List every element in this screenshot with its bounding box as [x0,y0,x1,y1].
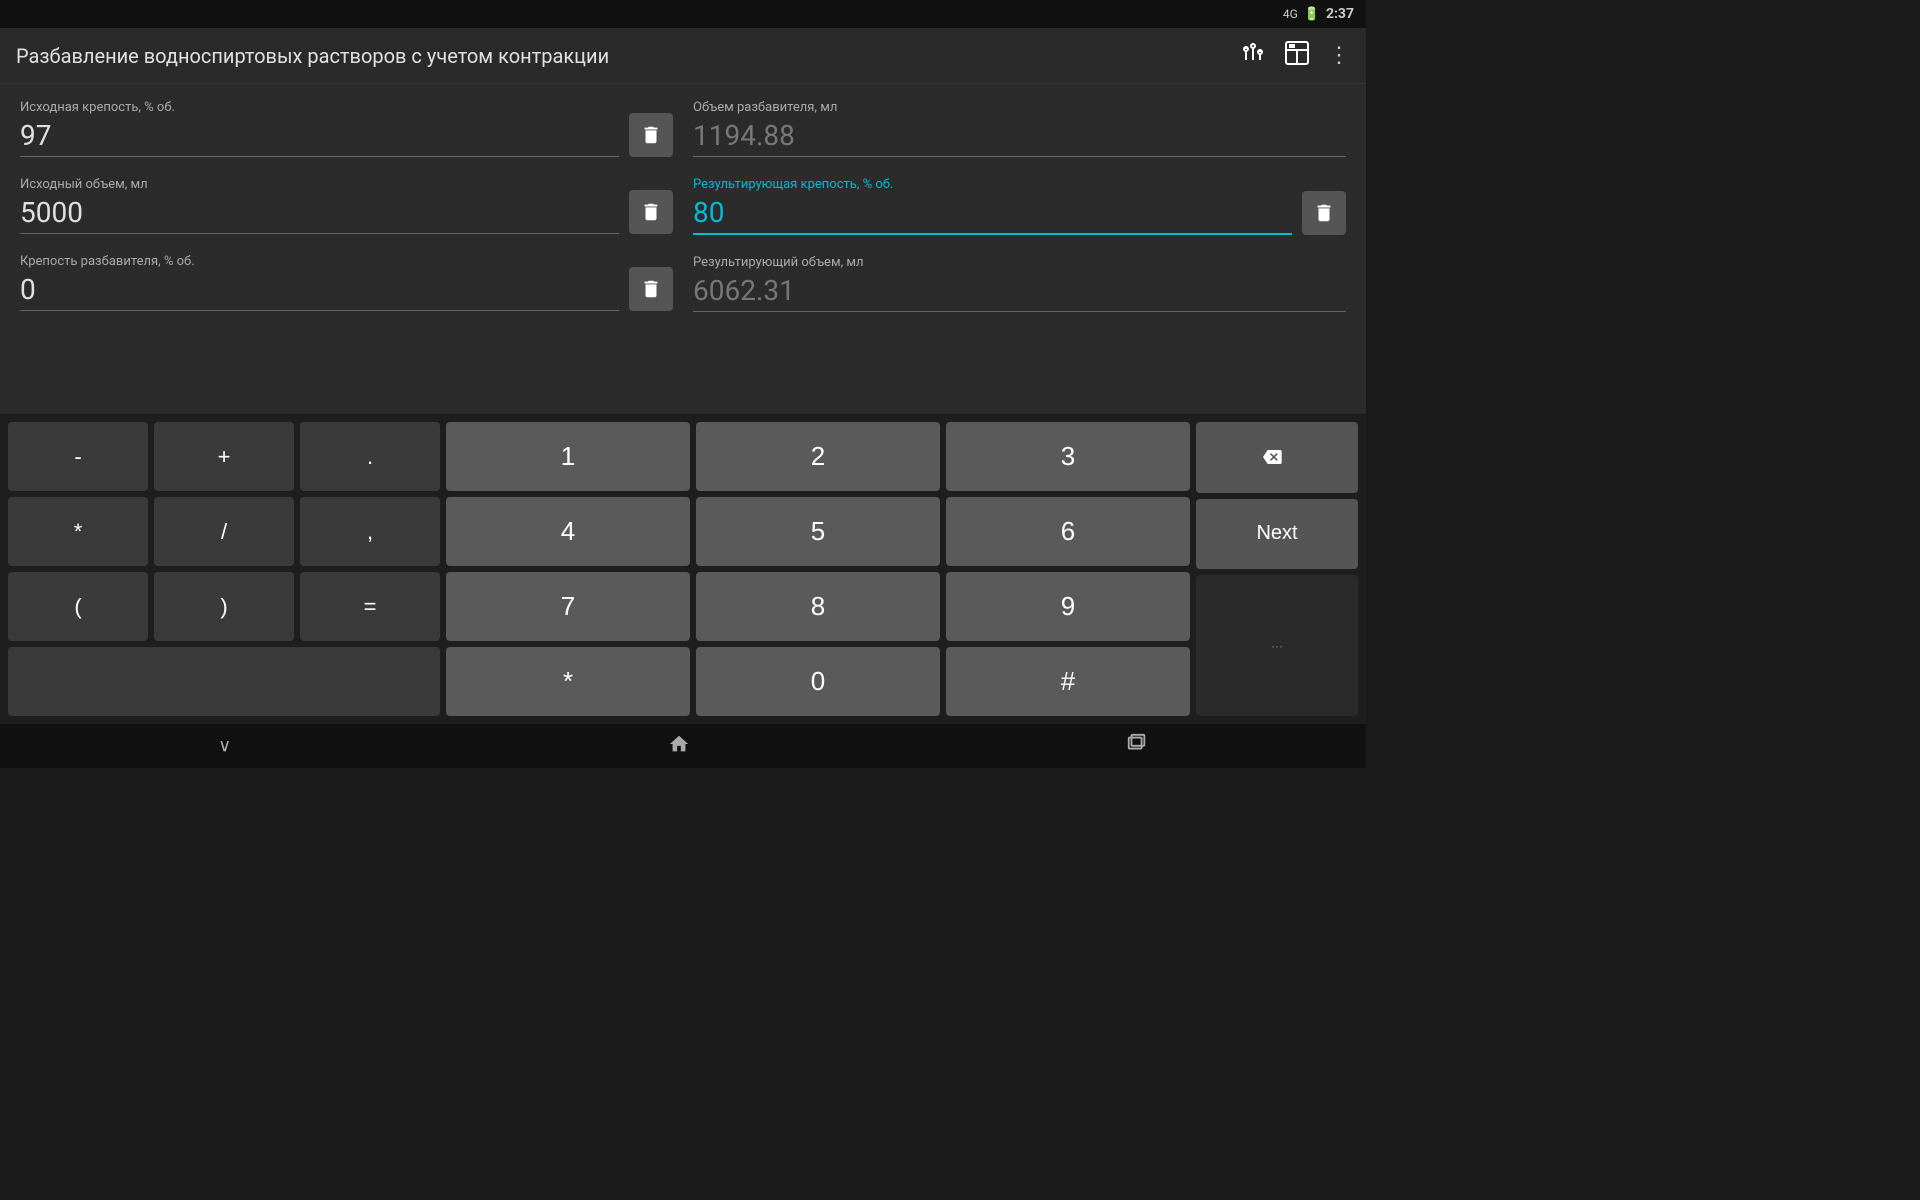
right-column: Объем разбавителя, мл 1194.88 Результиру… [693,100,1346,398]
label-diluent-strength: Крепость разбавителя, % об. [20,254,619,269]
field-initial-strength: Исходная крепость, % об. 97 [20,100,673,157]
keyboard-area: - + . * / , ( ) = 1 2 3 4 5 6 7 8 9 * 0 … [0,414,1366,724]
nav-home-icon[interactable] [668,733,690,760]
key-comma[interactable]: , [300,497,440,566]
key-open-paren[interactable]: ( [8,572,148,641]
clear-result-strength-button[interactable] [1302,191,1346,235]
clear-initial-strength-button[interactable] [629,113,673,157]
left-column: Исходная крепость, % об. 97 Исходный объ… [20,100,673,398]
key-star[interactable]: * [446,647,690,716]
key-next[interactable]: Next [1196,499,1358,570]
calculator-icon[interactable] [1284,40,1310,72]
nav-recents-icon[interactable] [1126,733,1148,760]
key-plus[interactable]: + [154,422,294,491]
label-result-strength: Результирующая крепость, % об. [693,177,1292,192]
signal-icon: 4G [1283,7,1298,21]
key-multiply[interactable]: * [8,497,148,566]
field-result-volume: Результирующий объем, мл 6062.31 [693,255,1346,312]
key-hash[interactable]: # [946,647,1190,716]
label-result-volume: Результирующий объем, мл [693,255,1346,270]
key-9[interactable]: 9 [946,572,1190,641]
key-5[interactable]: 5 [696,497,940,566]
action-icons: ⋮ [1242,40,1350,72]
key-4[interactable]: 4 [446,497,690,566]
key-empty-1 [8,647,440,716]
key-1[interactable]: 1 [446,422,690,491]
keyboard-actions: Next ··· [1196,422,1358,716]
value-diluent-strength[interactable]: 0 [20,273,619,311]
app-title: Разбавление водноспиртовых растворов с у… [16,44,1242,68]
key-0[interactable]: 0 [696,647,940,716]
keyboard-numbers: 1 2 3 4 5 6 7 8 9 * 0 # [446,422,1190,716]
key-6[interactable]: 6 [946,497,1190,566]
clock: 2:37 [1326,6,1354,22]
key-minus[interactable]: - [8,422,148,491]
nav-bar: ∧ [0,724,1366,768]
keyboard-operators: - + . * / , ( ) = [8,422,440,716]
key-equals[interactable]: = [300,572,440,641]
label-diluent-volume: Объем разбавителя, мл [693,100,1346,115]
more-vert-icon[interactable]: ⋮ [1328,43,1350,68]
battery-icon: 🔋 [1304,7,1320,22]
key-8[interactable]: 8 [696,572,940,641]
equalizer-icon[interactable] [1242,41,1266,71]
field-diluent-strength: Крепость разбавителя, % об. 0 [20,254,673,311]
key-7[interactable]: 7 [446,572,690,641]
nav-back-icon[interactable]: ∧ [218,736,231,757]
label-initial-volume: Исходный объем, мл [20,177,619,192]
app-bar: Разбавление водноспиртовых растворов с у… [0,28,1366,84]
key-dot[interactable]: . [300,422,440,491]
key-3[interactable]: 3 [946,422,1190,491]
key-divide[interactable]: / [154,497,294,566]
value-initial-strength[interactable]: 97 [20,119,619,157]
status-bar: 4G 🔋 2:37 [0,0,1366,28]
clear-diluent-strength-button[interactable] [629,267,673,311]
label-initial-strength: Исходная крепость, % об. [20,100,619,115]
field-result-strength: Результирующая крепость, % об. 80 [693,177,1346,235]
value-diluent-volume[interactable]: 1194.88 [693,119,1346,157]
clear-initial-volume-button[interactable] [629,190,673,234]
field-diluent-volume: Объем разбавителя, мл 1194.88 [693,100,1346,157]
field-initial-volume: Исходный объем, мл 5000 [20,177,673,234]
value-result-volume[interactable]: 6062.31 [693,274,1346,312]
key-backspace[interactable] [1196,422,1358,493]
main-content: Исходная крепость, % об. 97 Исходный объ… [0,84,1366,414]
value-initial-volume[interactable]: 5000 [20,196,619,234]
key-2[interactable]: 2 [696,422,940,491]
key-empty-right: ··· [1196,575,1358,716]
key-close-paren[interactable]: ) [154,572,294,641]
value-result-strength[interactable]: 80 [693,196,1292,235]
